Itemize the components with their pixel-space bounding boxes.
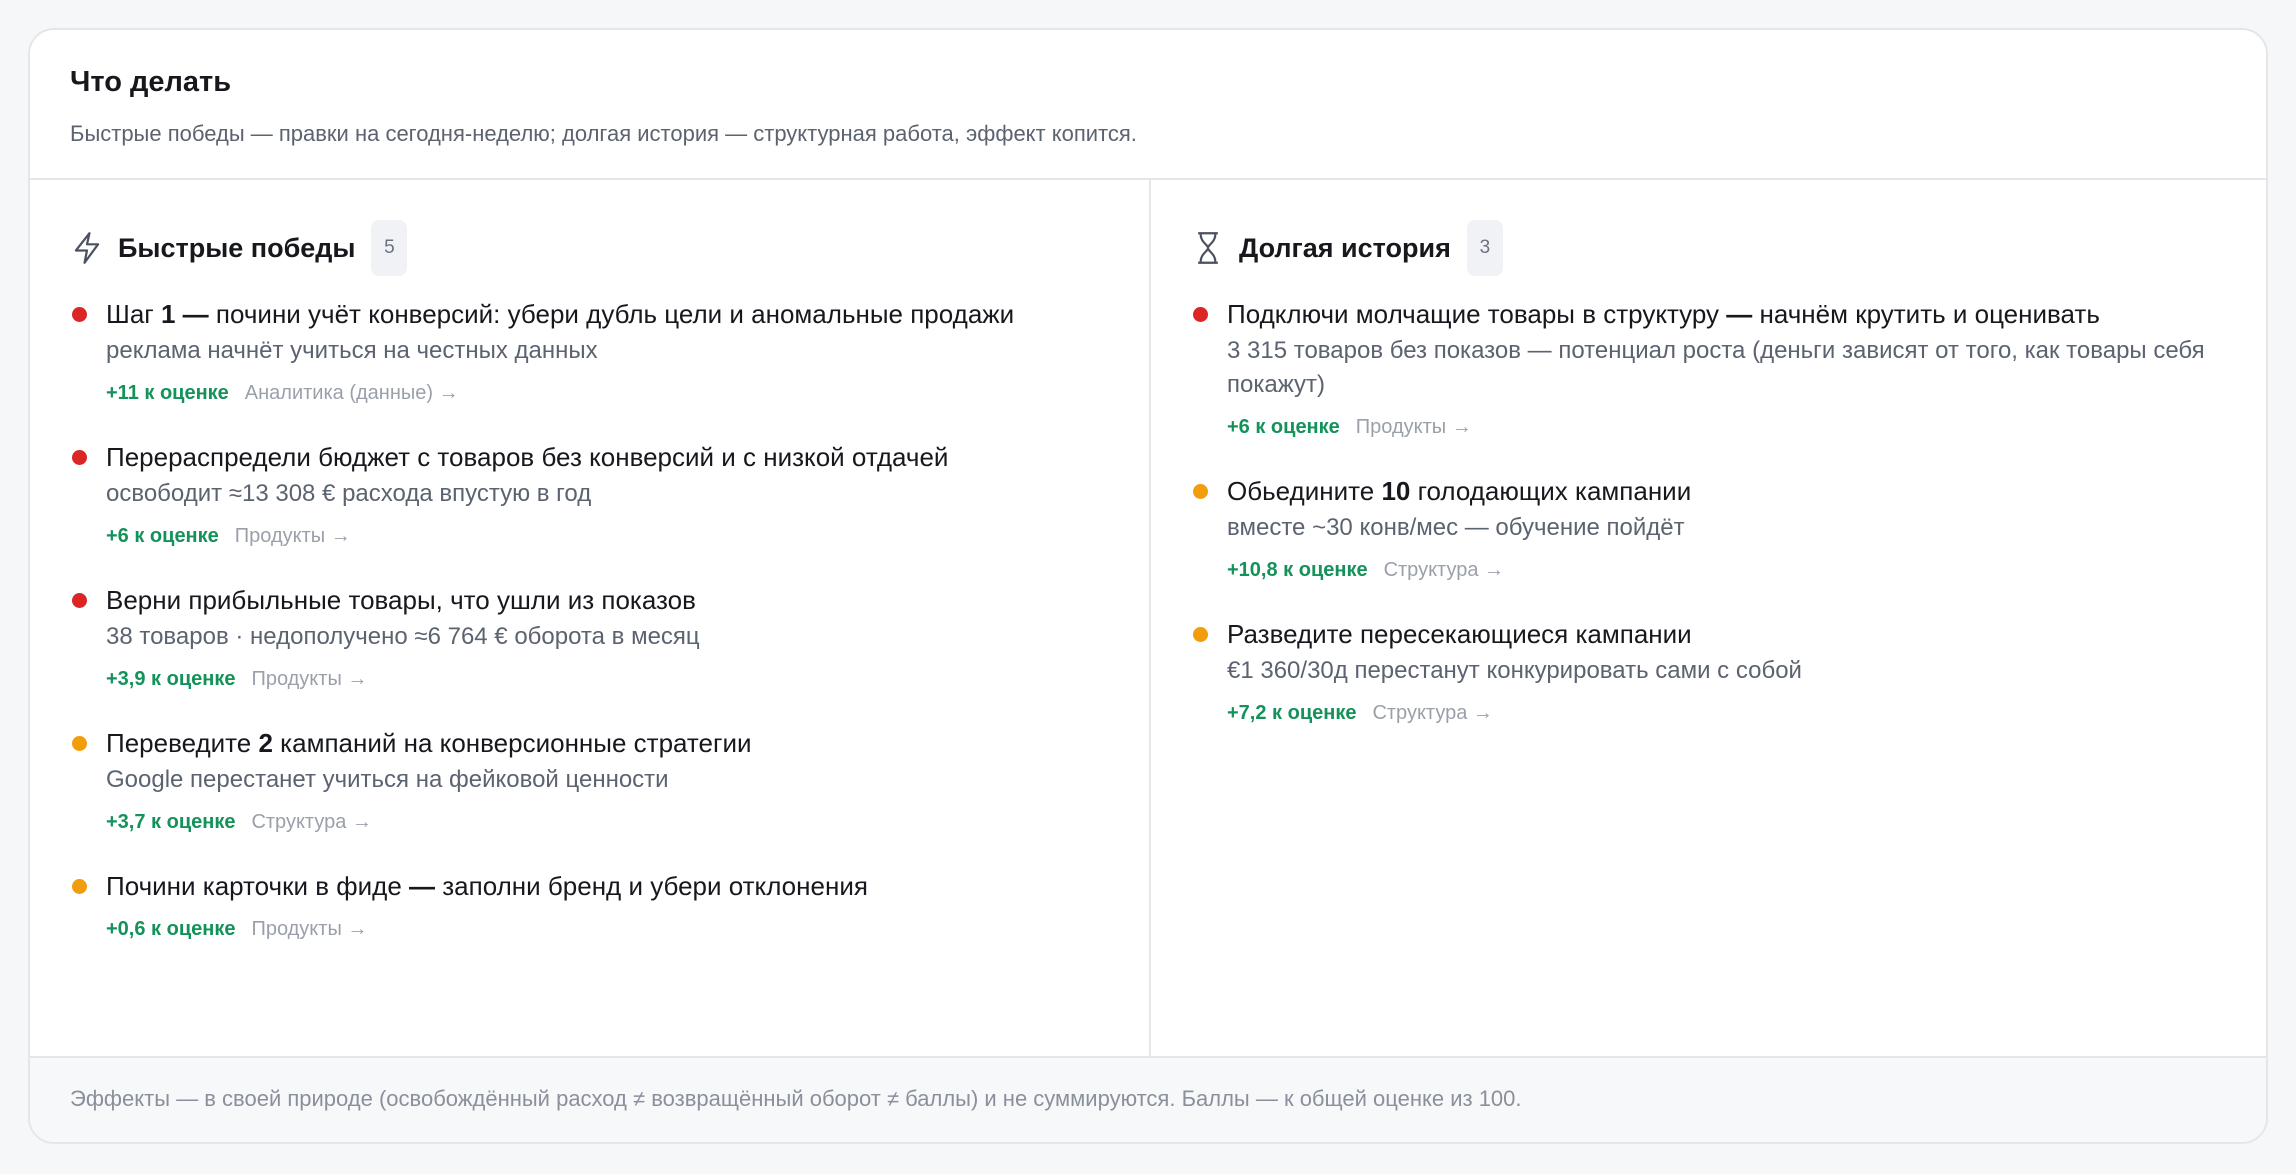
- long-story-list: Подключи молчащие товары в структуру — н…: [1191, 296, 2226, 725]
- list-item: Переведите 2 кампаний на конверсионные с…: [70, 725, 1109, 834]
- score-gain: +3,7 к оценке: [106, 811, 236, 833]
- long-story-count-badge: 3: [1466, 220, 1503, 276]
- score-gain: +7,2 к оценке: [1227, 702, 1357, 724]
- list-item: Перераспредели бюджет с товаров без конв…: [70, 439, 1109, 548]
- card-subtitle: Быстрые победы — правки на сегодня-недел…: [70, 121, 1137, 146]
- score-gain: +10,8 к оценке: [1227, 559, 1368, 581]
- list-item: Почини карточки в фиде — заполни бренд и…: [70, 868, 1109, 941]
- list-item: Верни прибыльные товары, что ушли из пок…: [70, 582, 1109, 691]
- item-meta: +6 к оценке Продукты →: [1227, 416, 2226, 439]
- item-meta: +11 к оценке Аналитика (данные) →: [106, 382, 1109, 405]
- item-meta: +3,9 к оценке Продукты →: [106, 668, 1109, 691]
- card-footer-note: Эффекты — в своей природе (освобождённый…: [30, 1056, 2266, 1142]
- section-link[interactable]: Продукты →: [1356, 416, 1472, 439]
- item-title-text: кампаний на конверсионные стратегии: [272, 728, 752, 758]
- section-link[interactable]: Структура →: [1372, 702, 1492, 725]
- item-title: Переведите 2 кампаний на конверсионные с…: [106, 725, 1109, 761]
- hourglass-icon: [1191, 231, 1225, 265]
- quick-wins-header: Быстрые победы 5: [70, 220, 1109, 276]
- quick-wins-list: Шаг 1 — почини учёт конверсий: убери дуб…: [70, 296, 1109, 941]
- quick-wins-column: Быстрые победы 5 Шаг 1 — почини учёт кон…: [30, 180, 1149, 1060]
- item-title-text: заполни бренд и убери отклонения: [435, 871, 868, 901]
- item-description: вместе ~30 конв/мес — обучение пойдёт: [1227, 514, 1685, 541]
- severity-dot-red: [72, 593, 87, 608]
- card-title: Что делать: [70, 66, 232, 98]
- lightning-icon: [70, 231, 104, 265]
- score-gain: +3,9 к оценке: [106, 668, 236, 690]
- severity-dot-red: [1193, 307, 1208, 322]
- long-story-header: Долгая история 3: [1191, 220, 2226, 276]
- item-title-text: Обьедините: [1227, 476, 1382, 506]
- score-gain: +6 к оценке: [1227, 416, 1340, 438]
- quick-wins-count-badge: 5: [371, 220, 408, 276]
- item-title-text: Шаг: [106, 299, 161, 329]
- severity-dot-amber: [1193, 484, 1208, 499]
- item-title: Почини карточки в фиде — заполни бренд и…: [106, 868, 1109, 904]
- severity-dot-red: [72, 450, 87, 465]
- long-story-title: Долгая история: [1239, 232, 1451, 263]
- section-link[interactable]: Структура →: [251, 811, 371, 834]
- item-title: Верни прибыльные товары, что ушли из пок…: [106, 582, 1109, 618]
- item-title-text: Перераспредели бюджет с товаров без конв…: [106, 442, 949, 472]
- list-item: Подключи молчащие товары в структуру — н…: [1191, 296, 2226, 439]
- list-item: Обьедините 10 голодающих кампании вместе …: [1191, 473, 2226, 582]
- item-description: 38 товаров · недополучено ≈6 764 € оборо…: [106, 623, 700, 650]
- item-title-emphasis: 10: [1381, 476, 1411, 506]
- what-to-do-card: Что делать Быстрые победы — правки на се…: [28, 28, 2268, 1144]
- list-item: Разведите пересекающиеся кампании €1 360/…: [1191, 616, 2226, 725]
- section-link[interactable]: Продукты →: [251, 668, 367, 691]
- score-gain: +6 к оценке: [106, 525, 219, 547]
- severity-dot-red: [72, 307, 87, 322]
- item-title-text: Почини карточки в фиде: [106, 871, 410, 901]
- item-title: Перераспредели бюджет с товаров без конв…: [106, 439, 1109, 475]
- quick-wins-title: Быстрые победы: [118, 232, 356, 263]
- score-gain: +0,6 к оценке: [106, 918, 236, 940]
- item-title-text: начнём крутить и оценивать: [1752, 299, 2100, 329]
- card-header: Что делать Быстрые победы — правки на се…: [30, 30, 2266, 180]
- item-description: освободит ≈13 308 € расхода впустую в го…: [106, 480, 592, 507]
- item-title: Разведите пересекающиеся кампании: [1227, 616, 2226, 652]
- item-title-text: Переведите: [106, 728, 259, 758]
- item-title: Обьедините 10 голодающих кампании: [1227, 473, 2226, 509]
- item-description: 3 315 товаров без показов — потенциал ро…: [1227, 337, 2205, 398]
- item-title-text: почини учёт конверсий: убери дубль цели …: [208, 299, 1015, 329]
- item-title-text: Подключи молчащие товары в структуру: [1227, 299, 1727, 329]
- columns: Быстрые победы 5 Шаг 1 — почини учёт кон…: [30, 180, 2266, 1060]
- item-title-text: Верни прибыльные товары, что ушли из пок…: [106, 585, 696, 615]
- section-link[interactable]: Продукты →: [235, 525, 351, 548]
- item-description: €1 360/30д перестанут конкурировать сами…: [1227, 657, 1802, 684]
- section-link[interactable]: Аналитика (данные) →: [245, 382, 459, 405]
- item-title: Подключи молчащие товары в структуру — н…: [1227, 296, 2226, 332]
- item-title-emphasis: 2: [258, 728, 273, 758]
- severity-dot-amber: [1193, 627, 1208, 642]
- item-description: Google перестанет учиться на фейковой це…: [106, 766, 669, 793]
- section-link[interactable]: Структура →: [1384, 559, 1504, 582]
- item-title-emphasis: 1 —: [161, 299, 209, 329]
- item-meta: +0,6 к оценке Продукты →: [106, 918, 1109, 941]
- item-title: Шаг 1 — почини учёт конверсий: убери дуб…: [106, 296, 1109, 332]
- item-meta: +7,2 к оценке Структура →: [1227, 702, 2226, 725]
- long-story-column: Долгая история 3 Подключи молчащие товар…: [1149, 180, 2266, 1060]
- severity-dot-amber: [72, 736, 87, 751]
- severity-dot-amber: [72, 879, 87, 894]
- score-gain: +11 к оценке: [106, 382, 229, 404]
- section-link[interactable]: Продукты →: [251, 918, 367, 941]
- item-title-emphasis: —: [1726, 299, 1753, 329]
- item-meta: +10,8 к оценке Структура →: [1227, 559, 2226, 582]
- item-meta: +6 к оценке Продукты →: [106, 525, 1109, 548]
- item-title-text: Разведите пересекающиеся кампании: [1227, 619, 1692, 649]
- item-meta: +3,7 к оценке Структура →: [106, 811, 1109, 834]
- item-title-emphasis: —: [409, 871, 436, 901]
- list-item: Шаг 1 — почини учёт конверсий: убери дуб…: [70, 296, 1109, 405]
- item-title-text: голодающих кампании: [1410, 476, 1692, 506]
- item-description: реклама начнёт учиться на честных данных: [106, 337, 598, 364]
